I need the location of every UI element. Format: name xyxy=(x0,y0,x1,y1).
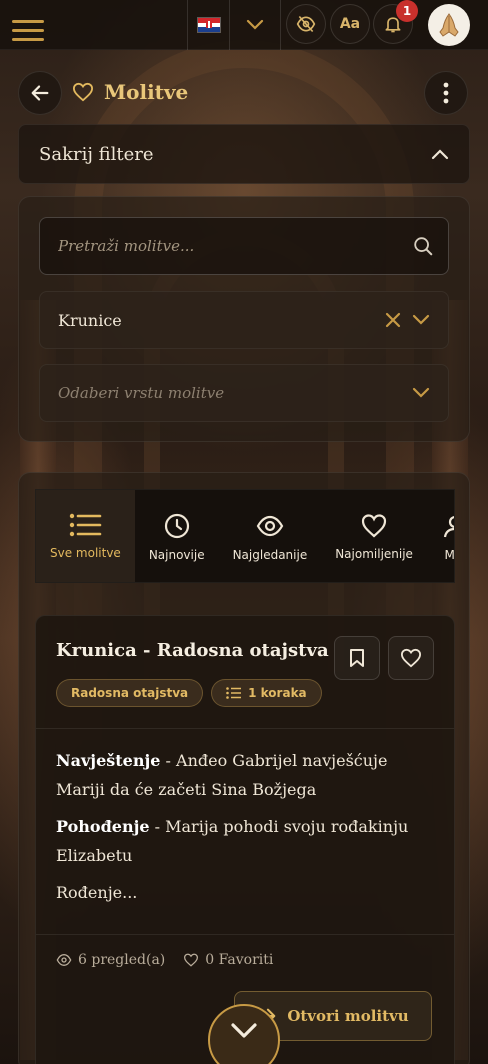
arrow-left-icon xyxy=(31,85,49,101)
search-field[interactable] xyxy=(39,217,449,275)
hamburger-menu-icon[interactable] xyxy=(12,20,44,42)
bookmark-icon xyxy=(350,649,364,667)
chevron-up-icon xyxy=(431,149,449,160)
search-input[interactable] xyxy=(58,237,412,255)
tab-most-liked[interactable]: Najomiljenije xyxy=(321,490,427,582)
top-bar: Aa 1 xyxy=(0,0,488,50)
mystery-paragraph: Pohođenje - Marija pohodi svoju rođakinj… xyxy=(56,812,436,870)
heart-icon xyxy=(184,953,199,967)
tab-label: Najgledanije xyxy=(232,548,308,562)
eye-icon xyxy=(256,515,284,537)
divider xyxy=(36,728,454,729)
mystery-title: Pohođenje xyxy=(56,817,150,836)
heart-icon xyxy=(400,648,422,668)
chevron-down-icon[interactable] xyxy=(230,0,280,50)
prayer-type-placeholder: Odaberi vrstu molitve xyxy=(58,384,225,402)
eye-icon xyxy=(56,953,72,967)
steps-tag-label: 1 koraka xyxy=(248,686,307,700)
views-stat: 6 pregled(a) xyxy=(56,952,165,968)
category-select[interactable]: Krunice xyxy=(39,291,449,349)
category-tag[interactable]: Radosna otajstva xyxy=(56,679,204,707)
notifications-button[interactable]: 1 xyxy=(373,0,418,44)
mystery-paragraph: Rođenje... xyxy=(56,878,436,907)
font-size-button[interactable]: Aa xyxy=(330,4,370,44)
praying-hands-icon xyxy=(439,13,459,37)
font-size-label: Aa xyxy=(339,16,361,32)
open-prayer-label: Otvori molitvu xyxy=(287,1007,409,1025)
hide-eye-icon[interactable] xyxy=(286,4,326,44)
prayer-card-title: Krunica - Radosna otajstva xyxy=(56,640,329,661)
more-options-button[interactable] xyxy=(424,71,468,115)
avatar[interactable] xyxy=(428,4,470,46)
more-vertical-icon xyxy=(443,82,449,104)
category-tag-label: Radosna otajstva xyxy=(71,686,189,700)
heart-icon xyxy=(72,82,94,102)
tab-newest[interactable]: Najnovije xyxy=(135,490,219,582)
prayer-stats: 6 pregled(a) 0 Favoriti xyxy=(56,952,273,968)
sort-tabs: Sve molitve Najnovije Najgledanije Najom… xyxy=(35,489,455,583)
list-icon xyxy=(226,687,242,699)
heart-icon xyxy=(361,514,387,538)
favorite-button[interactable] xyxy=(388,636,434,680)
category-select-value: Krunice xyxy=(58,310,122,330)
mystery-paragraph: Navještenje - Anđeo Gabrijel navješćuje … xyxy=(56,746,436,804)
prayer-type-select[interactable]: Odaberi vrstu molitve xyxy=(39,364,449,422)
tab-label: Sve molitve xyxy=(50,546,121,560)
clear-icon[interactable] xyxy=(384,311,402,329)
croatia-flag-icon[interactable] xyxy=(188,0,230,50)
favorites-stat: 0 Favoriti xyxy=(183,952,273,968)
chevron-down-icon xyxy=(231,1023,257,1038)
page-header: Molitve xyxy=(72,80,188,104)
prayer-excerpt: Navještenje - Anđeo Gabrijel navješćuje … xyxy=(56,746,436,915)
divider xyxy=(36,934,454,935)
mystery-text: Rođenje... xyxy=(56,883,138,902)
list-icon xyxy=(70,513,102,537)
bookmark-button[interactable] xyxy=(334,636,380,680)
steps-tag: 1 koraka xyxy=(211,679,322,707)
language-selector[interactable] xyxy=(187,0,281,50)
prayer-card[interactable]: Krunica - Radosna otajstva Radosna otajs… xyxy=(35,615,455,1064)
chevron-down-icon xyxy=(412,387,430,398)
tab-label: Najomiljenije xyxy=(335,547,413,561)
filter-toggle[interactable]: Sakrij filtere xyxy=(18,124,470,184)
filter-toggle-label: Sakrij filtere xyxy=(39,143,154,165)
favorites-count: 0 Favoriti xyxy=(205,952,274,968)
prayers-panel: Sve molitve Najnovije Najgledanije Najom… xyxy=(18,472,470,1064)
mystery-title: Navještenje xyxy=(56,751,161,770)
clock-icon xyxy=(164,513,189,539)
tab-label: Moj xyxy=(444,548,455,562)
tab-mine[interactable]: Moj xyxy=(427,490,455,582)
filter-panel: Krunice Odaberi vrstu molitve xyxy=(18,196,470,442)
tab-most-viewed[interactable]: Najgledanije xyxy=(219,490,322,582)
search-icon xyxy=(414,237,433,256)
back-button[interactable] xyxy=(18,71,62,115)
page-title: Molitve xyxy=(104,80,189,104)
tab-label: Najnovije xyxy=(148,548,205,562)
tab-all-prayers[interactable]: Sve molitve xyxy=(36,490,135,582)
notification-badge: 1 xyxy=(396,0,418,22)
user-icon xyxy=(443,515,454,538)
views-count: 6 pregled(a) xyxy=(78,952,166,968)
chevron-down-icon xyxy=(412,314,430,325)
